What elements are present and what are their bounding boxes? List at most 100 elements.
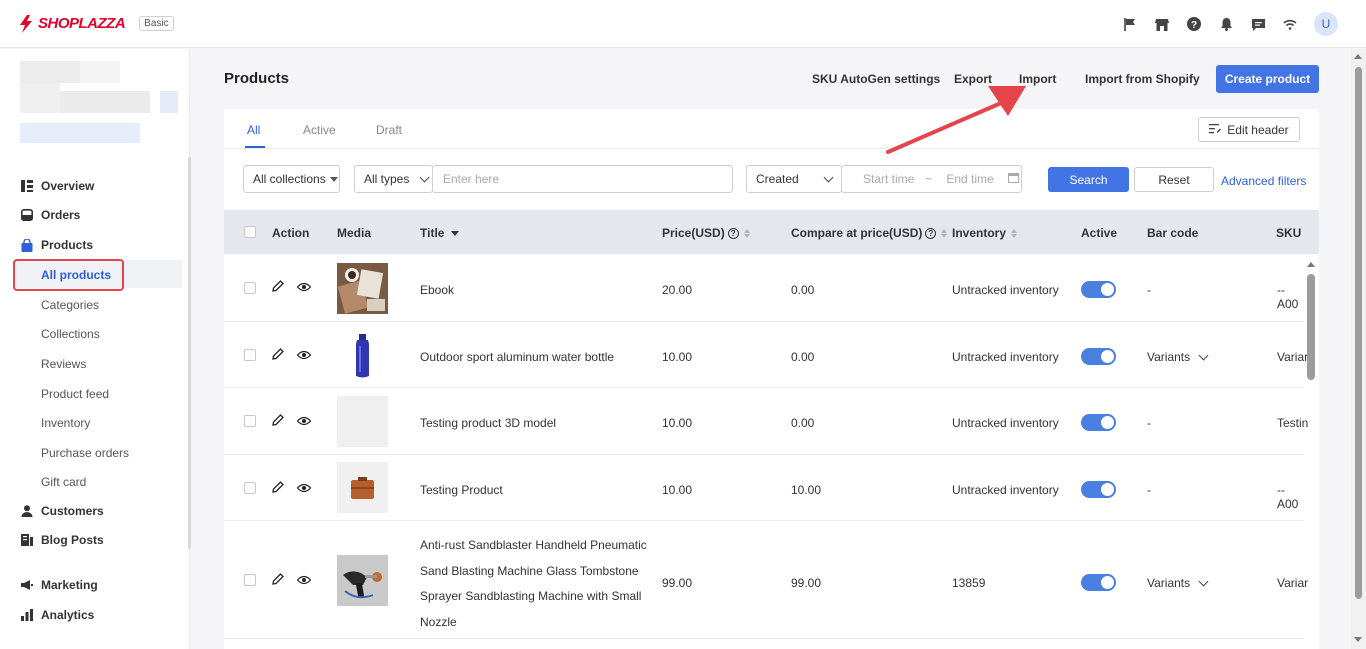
edit-icon[interactable] [272, 348, 284, 363]
sidebar-sub-purchase-orders[interactable]: Purchase orders [41, 446, 129, 460]
product-inventory: Untracked inventory [952, 283, 1059, 297]
product-title[interactable]: Ebook [420, 283, 454, 297]
table-row[interactable]: Ebook 20.00 0.00 Untracked inventory - -… [224, 255, 1304, 322]
tab-active[interactable]: Active [303, 123, 336, 137]
sidebar-item-blog-posts[interactable]: Blog Posts [20, 533, 104, 547]
col-compare-price[interactable]: Compare at price(USD) ? [791, 226, 948, 240]
select-all-checkbox[interactable] [244, 226, 256, 238]
preview-eye-icon[interactable] [296, 574, 312, 588]
page-scrollbar-thumb[interactable] [1355, 67, 1362, 599]
row-checkbox[interactable] [244, 415, 256, 427]
row-checkbox[interactable] [244, 349, 256, 361]
wifi-icon[interactable] [1282, 16, 1298, 32]
store-icon[interactable] [1154, 16, 1170, 32]
row-checkbox[interactable] [244, 482, 256, 494]
product-title[interactable]: Outdoor sport aluminum water bottle [420, 350, 614, 364]
table-scrollbar-thumb[interactable] [1307, 274, 1315, 380]
advanced-filters-link[interactable]: Advanced filters [1221, 174, 1306, 188]
sidebar-sub-product-feed[interactable]: Product feed [41, 387, 109, 401]
collection-select[interactable]: All collections [243, 165, 340, 193]
sidebar-scrollbar[interactable] [188, 157, 191, 549]
marketing-icon [20, 579, 33, 592]
active-toggle[interactable] [1081, 348, 1116, 365]
variants-dropdown[interactable]: Variants [1147, 576, 1209, 590]
sidebar-label: Orders [41, 208, 81, 222]
scroll-down-arrow-icon[interactable] [1354, 637, 1362, 642]
table-row[interactable]: Outdoor sport aluminum water bottle 10.0… [224, 322, 1308, 388]
product-title-line[interactable]: Sand Blasting Machine Glass Tombstone [420, 564, 639, 578]
row-checkbox[interactable] [244, 282, 256, 294]
col-inventory[interactable]: Inventory [952, 226, 1018, 240]
product-image-placeholder[interactable] [337, 396, 388, 447]
sidebar-item-analytics[interactable]: Analytics [20, 608, 94, 622]
user-avatar[interactable]: U [1314, 12, 1338, 36]
edit-header-button[interactable]: Edit header [1198, 117, 1300, 142]
product-title[interactable]: Testing product 3D model [420, 416, 556, 430]
product-title-line[interactable]: Nozzle [420, 615, 457, 629]
edit-icon[interactable] [272, 573, 284, 588]
product-barcode: - [1147, 283, 1151, 297]
product-image-water-bottle[interactable] [337, 330, 388, 381]
sidebar-label: Customers [41, 504, 104, 518]
table-row[interactable]: Testing product 3D model 10.00 0.00 Untr… [224, 388, 1308, 455]
customers-icon [20, 505, 33, 518]
row-checkbox[interactable] [244, 574, 256, 586]
chat-icon[interactable] [1250, 16, 1266, 32]
edit-icon[interactable] [272, 414, 284, 429]
table-row[interactable]: Testing Product 10.00 10.00 Untracked in… [224, 455, 1304, 521]
product-inventory: Untracked inventory [952, 483, 1059, 497]
preview-eye-icon[interactable] [296, 415, 312, 429]
sidebar-label: Analytics [41, 608, 95, 622]
sidebar-sub-reviews[interactable]: Reviews [41, 357, 86, 371]
create-product-button[interactable]: Create product [1216, 65, 1319, 93]
search-button[interactable]: Search [1048, 167, 1129, 192]
active-toggle[interactable] [1081, 414, 1116, 431]
search-input[interactable]: Enter here [432, 165, 733, 193]
import-from-shopify-button[interactable]: Import from Shopify [1085, 72, 1200, 86]
col-title[interactable]: Title [420, 226, 460, 240]
flag-icon[interactable] [1122, 16, 1138, 32]
tab-all[interactable]: All [247, 123, 260, 137]
date-field-select[interactable]: Created [746, 165, 842, 193]
sidebar-item-customers[interactable]: Customers [20, 504, 104, 518]
edit-icon[interactable] [272, 481, 284, 496]
table-scrollbar[interactable] [1306, 262, 1316, 649]
sidebar-sub-categories[interactable]: Categories [41, 298, 99, 312]
sidebar-item-products[interactable]: Products [20, 238, 93, 252]
reset-button[interactable]: Reset [1134, 167, 1214, 192]
active-toggle[interactable] [1081, 574, 1116, 591]
preview-eye-icon[interactable] [296, 349, 312, 363]
tab-draft[interactable]: Draft [376, 123, 402, 137]
active-toggle[interactable] [1081, 281, 1116, 298]
sidebar-sub-collections[interactable]: Collections [41, 327, 100, 341]
variants-dropdown[interactable]: Variants [1147, 350, 1209, 364]
product-title-line[interactable]: Sprayer Sandblasting Machine with Small [420, 589, 641, 603]
preview-eye-icon[interactable] [296, 482, 312, 496]
date-range-picker[interactable]: Start time ~ End time [841, 165, 1022, 193]
preview-eye-icon[interactable] [296, 281, 312, 295]
scroll-up-arrow-icon[interactable] [1307, 262, 1315, 267]
annotation-arrow-icon [886, 86, 1026, 154]
page-scrollbar[interactable] [1351, 49, 1366, 649]
sidebar-item-orders[interactable]: Orders [20, 208, 80, 222]
active-toggle[interactable] [1081, 481, 1116, 498]
sidebar-sub-inventory[interactable]: Inventory [41, 416, 90, 430]
edit-icon[interactable] [272, 280, 284, 295]
table-row[interactable]: Anti-rust Sandblaster Handheld Pneumatic… [224, 521, 1308, 639]
product-image-testing-product[interactable] [337, 462, 388, 513]
sidebar-sub-gift-card[interactable]: Gift card [41, 475, 86, 489]
col-price[interactable]: Price(USD) ? [662, 226, 750, 240]
scroll-up-arrow-icon[interactable] [1354, 54, 1362, 59]
product-title[interactable]: Testing Product [420, 483, 503, 497]
sidebar-item-overview[interactable]: Overview [20, 179, 94, 193]
product-title-line[interactable]: Anti-rust Sandblaster Handheld Pneumatic [420, 538, 647, 552]
product-image-ebook[interactable] [337, 263, 388, 314]
brand-logo[interactable]: SHOPLAZZA Basic [18, 14, 174, 33]
product-inventory: Untracked inventory [952, 350, 1059, 364]
type-select[interactable]: All types [354, 165, 433, 193]
product-image-sandblaster[interactable] [337, 555, 388, 606]
search-placeholder: Enter here [443, 172, 500, 186]
sidebar-item-marketing[interactable]: Marketing [20, 578, 98, 592]
help-icon[interactable]: ? [1186, 16, 1202, 32]
bell-icon[interactable] [1218, 16, 1234, 32]
